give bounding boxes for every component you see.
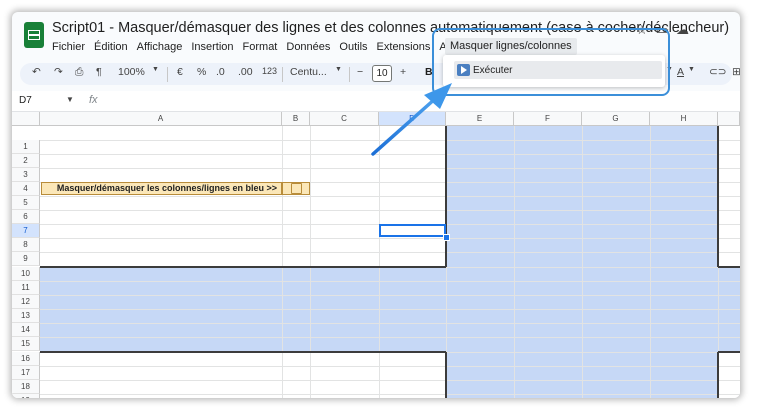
callout-arrow: [371, 83, 452, 156]
arrow-shaft: [371, 96, 438, 156]
